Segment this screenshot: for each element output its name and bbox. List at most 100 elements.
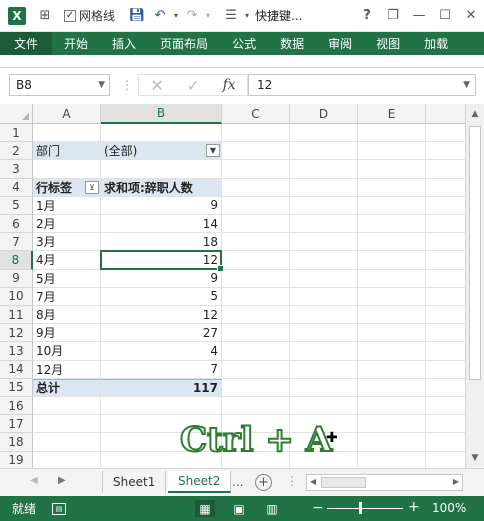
grid-cell[interactable] <box>222 324 290 343</box>
grid-cell[interactable] <box>290 124 358 143</box>
insert-function-icon[interactable]: fx <box>223 77 236 93</box>
grid-cell[interactable] <box>290 233 358 252</box>
grid-cell[interactable] <box>222 251 290 270</box>
grid-cell[interactable] <box>358 269 426 288</box>
grid-cell[interactable] <box>222 178 290 197</box>
redo-dropdown-icon[interactable]: ▾ <box>203 5 213 27</box>
grid-cell[interactable] <box>290 178 358 197</box>
grid-cell[interactable] <box>358 142 426 161</box>
pivot-month-label[interactable]: 10月 <box>33 342 101 361</box>
vertical-scroll-thumb[interactable] <box>469 126 481 380</box>
row-header-1[interactable]: 1 <box>0 124 33 143</box>
grid-cell[interactable] <box>426 160 465 179</box>
zoom-out-button[interactable]: − <box>312 500 324 516</box>
scroll-down-icon[interactable]: ▼ <box>469 452 481 464</box>
grid-cell[interactable] <box>358 196 426 215</box>
undo-icon[interactable]: ↶ <box>149 5 171 27</box>
grid-cell[interactable] <box>358 415 426 434</box>
gridlines-checkbox[interactable]: ✓ <box>64 9 76 22</box>
undo-dropdown-icon[interactable]: ▾ <box>171 5 181 27</box>
column-header-b[interactable]: B <box>101 104 222 124</box>
grid-cell[interactable] <box>290 142 358 161</box>
grid-cell[interactable] <box>358 124 426 143</box>
pivot-value[interactable]: 14 <box>101 215 222 234</box>
tab-home[interactable]: 开始 <box>52 32 100 55</box>
grid-cell[interactable] <box>290 287 358 306</box>
grid-cell[interactable] <box>222 360 290 379</box>
grid-cell[interactable] <box>426 324 465 343</box>
grid-cell[interactable] <box>222 269 290 288</box>
pivot-month-label[interactable]: 9月 <box>33 324 101 343</box>
grid-cell[interactable] <box>290 342 358 361</box>
grid-cell[interactable] <box>33 160 101 179</box>
normal-view-icon[interactable]: ▦ <box>195 500 215 517</box>
row-header-12[interactable]: 12 <box>0 324 33 343</box>
sheet-tab-sheet1[interactable]: Sheet1 <box>102 471 167 493</box>
grid-cell[interactable] <box>290 215 358 234</box>
grid-cell[interactable] <box>426 251 465 270</box>
grid-cell[interactable] <box>290 360 358 379</box>
grid-cell[interactable] <box>426 197 465 215</box>
enter-icon[interactable]: ✓ <box>186 76 199 95</box>
tab-file[interactable]: 文件 <box>0 32 53 55</box>
grid-cell[interactable] <box>222 378 290 397</box>
grid-cell[interactable] <box>101 397 222 416</box>
grid-cell[interactable] <box>358 324 426 343</box>
grid-cell[interactable] <box>426 397 465 416</box>
pivot-month-label[interactable]: 7月 <box>33 287 101 306</box>
column-header-a[interactable]: A <box>33 104 101 124</box>
zoom-level[interactable]: 100% <box>432 501 466 515</box>
pivot-month-label[interactable]: 3月 <box>33 233 101 252</box>
grid-cell[interactable] <box>426 306 465 325</box>
zoom-slider[interactable] <box>327 508 403 509</box>
cancel-icon[interactable]: ✕ <box>150 76 163 95</box>
scroll-right-icon[interactable]: ▶ <box>453 477 459 486</box>
grid-cell[interactable] <box>426 215 465 234</box>
grid-cell[interactable] <box>290 397 358 416</box>
pivot-value-header[interactable]: 求和项:辞职人数 <box>101 178 222 197</box>
select-all-button[interactable] <box>0 104 33 124</box>
formula-input[interactable]: 12 ▼ <box>248 74 476 96</box>
column-header-e[interactable]: E <box>358 104 426 124</box>
row-header-5[interactable]: 5 <box>0 196 33 215</box>
save-icon[interactable]: 💾︎ <box>125 5 149 27</box>
row-header-16[interactable]: 16 <box>0 397 33 416</box>
scroll-up-icon[interactable]: ▲ <box>469 108 481 120</box>
grid-cell[interactable] <box>290 378 358 397</box>
grid-cell[interactable] <box>426 179 465 197</box>
sheet-tab-sheet2[interactable]: Sheet2 <box>168 471 232 493</box>
maximize-icon[interactable]: ☐ <box>432 5 458 27</box>
column-header-f[interactable] <box>426 104 465 124</box>
vertical-scrollbar[interactable]: ▲ ▼ <box>465 104 484 468</box>
grid-cell[interactable] <box>33 451 101 468</box>
tab-view[interactable]: 视图 <box>364 32 412 55</box>
customize-qat-icon[interactable]: ☰ <box>219 5 243 27</box>
row-header-2[interactable]: 2 <box>0 142 33 161</box>
grid-cell[interactable] <box>358 433 426 452</box>
grid-cell[interactable] <box>222 233 290 252</box>
grid-cell[interactable] <box>358 251 426 270</box>
grid-cell[interactable] <box>426 433 465 452</box>
row-header-18[interactable]: 18 <box>0 433 33 452</box>
grid-cell[interactable] <box>290 251 358 270</box>
pivot-value[interactable]: 12 <box>101 306 222 325</box>
row-header-11[interactable]: 11 <box>0 306 33 325</box>
pivot-month-label[interactable]: 1月 <box>33 196 101 215</box>
pivot-total-value[interactable]: 117 <box>101 378 222 397</box>
grid-cell[interactable] <box>290 196 358 215</box>
qat-dropdown-icon[interactable]: ▾ <box>243 5 251 27</box>
grid-cell[interactable] <box>426 379 465 397</box>
minimize-icon[interactable]: — <box>406 5 432 27</box>
grid-cell[interactable] <box>358 178 426 197</box>
macro-record-icon[interactable]: ▤ <box>52 502 67 515</box>
worksheet-grid[interactable]: A B C D E 1 2 3 4 5 6 7 8 9 10 11 12 13 14 15 16 17 18 19 部门 (全部)… <box>0 104 465 468</box>
grid-cell[interactable] <box>290 324 358 343</box>
grid-cell[interactable] <box>426 361 465 379</box>
grid-cell[interactable] <box>33 415 101 434</box>
grid-cell[interactable] <box>33 397 101 416</box>
grid-cell[interactable] <box>222 196 290 215</box>
grid-cell[interactable] <box>358 360 426 379</box>
filter-value[interactable]: (全部) <box>101 142 222 161</box>
chevron-down-icon[interactable]: ▼ <box>98 80 105 90</box>
pivot-month-label[interactable]: 8月 <box>33 306 101 325</box>
